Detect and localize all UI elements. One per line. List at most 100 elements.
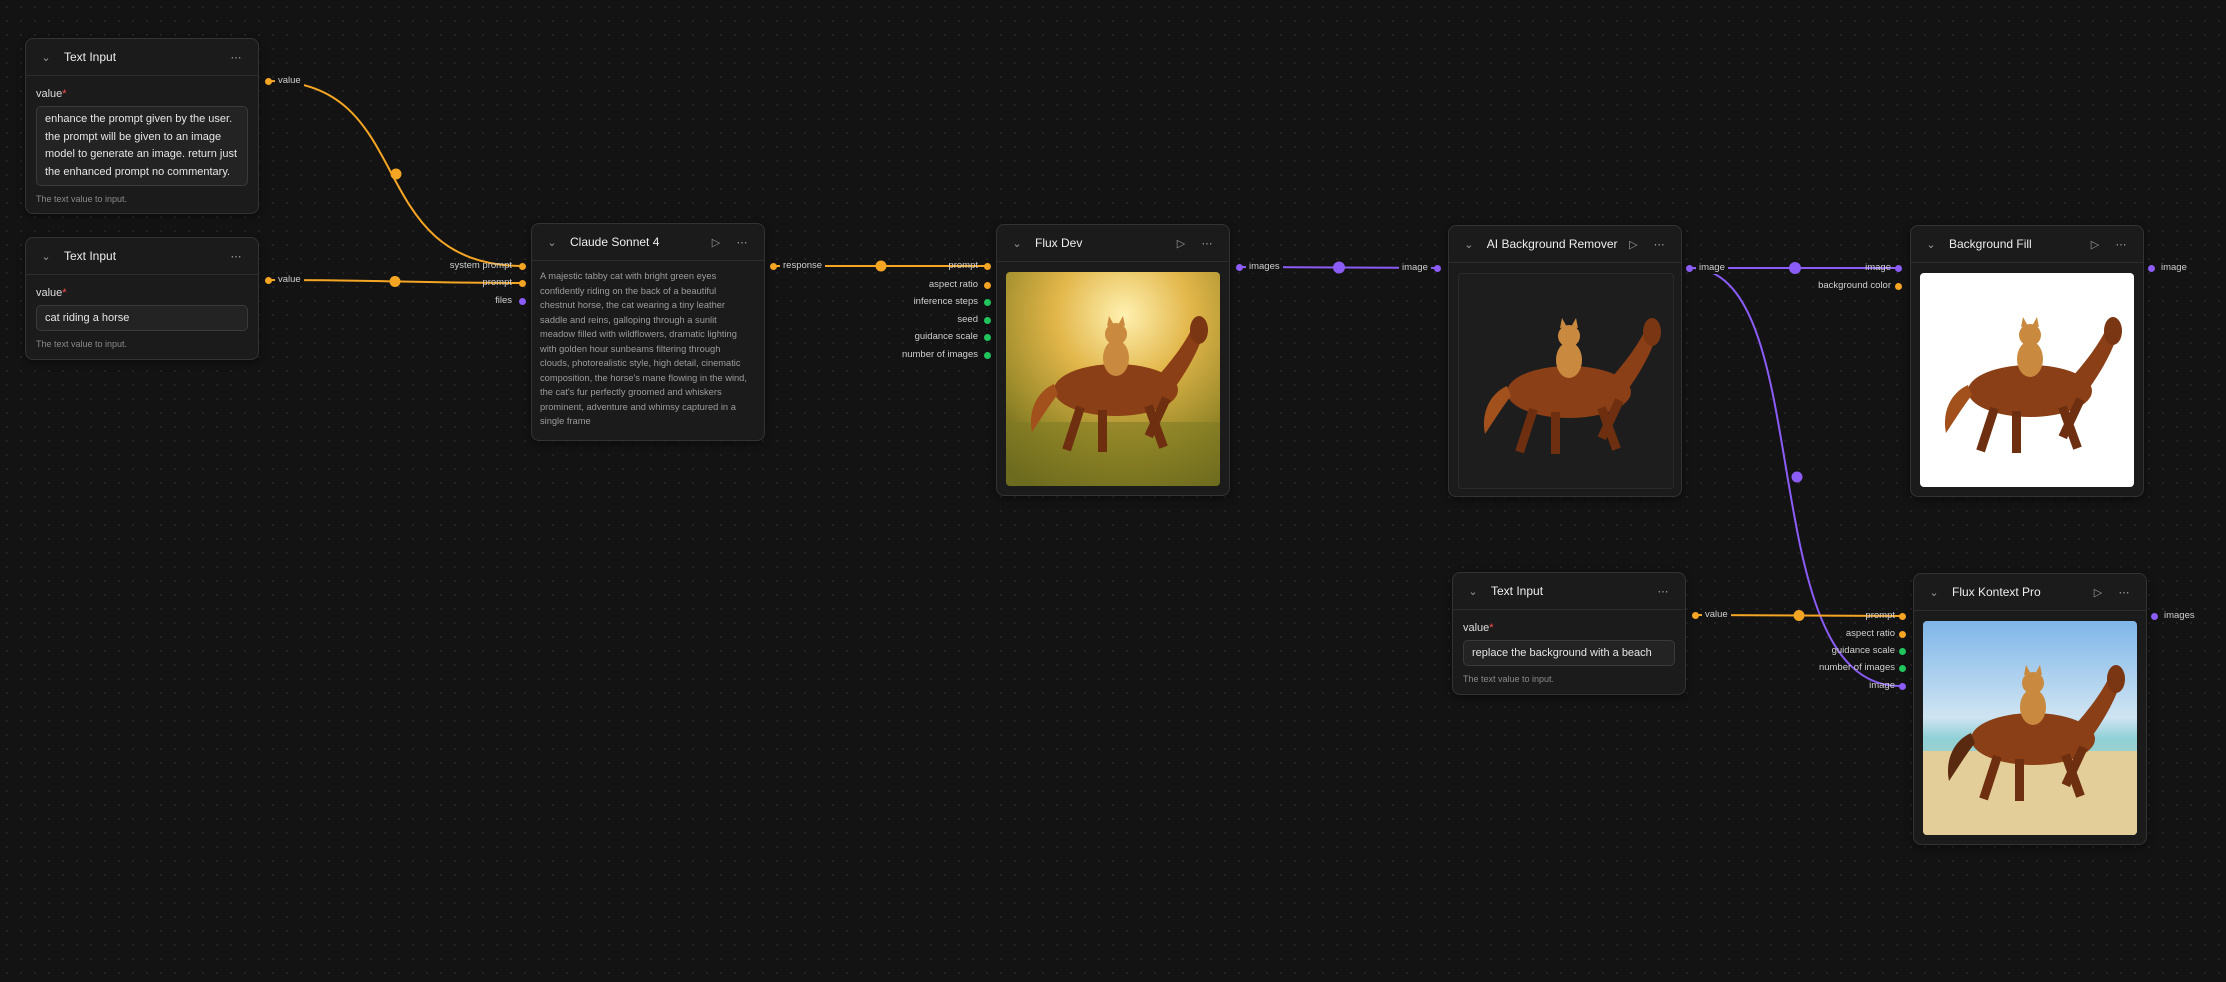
chevron-down-icon[interactable]: ⌄ (1923, 236, 1939, 252)
output-port-images[interactable] (2151, 613, 2158, 620)
more-horizontal-icon[interactable]: ⋯ (2111, 234, 2131, 254)
node-header[interactable]: ⌄ Background Fill ▷ ⋯ (1911, 226, 2143, 263)
input-port-inference-steps[interactable] (984, 299, 991, 306)
output-label: value (275, 75, 304, 87)
input-port-aspect-ratio[interactable] (984, 282, 991, 289)
input-label-seed: seed (957, 314, 978, 325)
wire-image-kontext[interactable] (1689, 267, 1901, 687)
bg-remover-node[interactable]: ⌄ AI Background Remover ▷ ⋯ (1448, 225, 1682, 497)
input-port-files[interactable] (519, 298, 526, 305)
generated-image[interactable] (1923, 621, 2137, 835)
result-image[interactable] (1458, 273, 1674, 489)
text-input-node-3[interactable]: ⌄ Text Input ⋯ value* replace the backgr… (1452, 572, 1686, 695)
wire-handle[interactable] (875, 260, 887, 272)
textarea-line: enhance the prompt given by the user. (45, 113, 233, 125)
value-input[interactable]: cat riding a horse (36, 305, 248, 331)
result-image[interactable] (1920, 273, 2134, 487)
input-port-guidance-scale[interactable] (1899, 648, 1906, 655)
input-port-prompt[interactable] (1899, 613, 1906, 620)
output-port-value[interactable] (265, 78, 272, 85)
input-port-aspect-ratio[interactable] (1899, 631, 1906, 638)
input-label-image: image (1399, 262, 1431, 274)
more-horizontal-icon[interactable]: ⋯ (2114, 582, 2134, 602)
output-port-images[interactable] (1236, 264, 1243, 271)
more-horizontal-icon[interactable]: ⋯ (226, 47, 246, 67)
response-text: A majestic tabby cat with bright green e… (540, 271, 747, 426)
wire-handle[interactable] (1791, 471, 1803, 483)
play-icon[interactable]: ▷ (1624, 234, 1644, 254)
more-horizontal-icon[interactable]: ⋯ (1197, 233, 1217, 253)
node-title: Flux Dev (1035, 236, 1083, 250)
textarea-line: model to generate an image. return just (45, 148, 238, 160)
required-mark: * (62, 287, 67, 299)
wire-handle[interactable] (389, 276, 401, 287)
input-label-guidance-scale: guidance scale (1831, 645, 1895, 656)
node-header[interactable]: ⌄ Text Input ⋯ (26, 39, 258, 76)
input-label-image: image (1865, 262, 1891, 273)
wire-remove-handle[interactable] (1789, 262, 1801, 274)
node-header[interactable]: ⌄ Text Input ⋯ (1453, 573, 1685, 610)
node-header[interactable]: ⌄ Text Input ⋯ (26, 238, 258, 275)
value-input[interactable]: replace the background with a beach (1463, 640, 1675, 666)
field-label: value* (36, 88, 67, 100)
input-label-files: files (495, 295, 512, 306)
output-port-value[interactable] (265, 277, 272, 284)
play-icon[interactable]: ▷ (2088, 582, 2108, 602)
input-port-prompt[interactable] (519, 280, 526, 287)
input-port-image[interactable] (1895, 265, 1902, 272)
value-textarea[interactable]: enhance the prompt given by the user. th… (36, 106, 248, 186)
required-mark: * (62, 88, 67, 100)
input-label-aspect-ratio: aspect ratio (928, 279, 978, 290)
input-port-seed[interactable] (984, 317, 991, 324)
input-label-number-of-images: number of images (1818, 662, 1895, 673)
input-port-number-of-images[interactable] (1899, 665, 1906, 672)
node-header[interactable]: ⌄ Flux Dev ▷ ⋯ (997, 225, 1229, 262)
flux-kontext-node[interactable]: ⌄ Flux Kontext Pro ▷ ⋯ (1913, 573, 2147, 845)
input-port-number-of-images[interactable] (984, 352, 991, 359)
chevron-down-icon[interactable]: ⌄ (38, 49, 54, 65)
node-header[interactable]: ⌄ AI Background Remover ▷ ⋯ (1449, 226, 1681, 263)
chevron-down-icon[interactable]: ⌄ (38, 248, 54, 264)
output-port-image[interactable] (2148, 265, 2155, 272)
node-title: Text Input (1491, 584, 1544, 598)
more-horizontal-icon[interactable]: ⋯ (1649, 234, 1669, 254)
wire-handle[interactable] (390, 168, 402, 180)
wire-remove-handle[interactable] (1333, 261, 1345, 274)
input-port-image[interactable] (1899, 683, 1906, 690)
play-icon[interactable]: ▷ (706, 232, 726, 252)
textarea-line: the enhanced prompt no commentary. (45, 165, 231, 178)
more-horizontal-icon[interactable]: ⋯ (1653, 581, 1673, 601)
chevron-down-icon[interactable]: ⌄ (1461, 236, 1477, 252)
claude-sonnet-node[interactable]: ⌄ Claude Sonnet 4 ▷ ⋯ A majestic tabby c… (531, 223, 765, 441)
input-port-system-prompt[interactable] (519, 263, 526, 270)
input-port-image[interactable] (1434, 265, 1441, 272)
text-input-node-2[interactable]: ⌄ Text Input ⋯ value* cat riding a horse… (25, 237, 259, 360)
play-icon[interactable]: ▷ (1171, 233, 1191, 253)
input-port-guidance-scale[interactable] (984, 334, 991, 341)
output-label: images (1246, 261, 1283, 273)
generated-image[interactable] (1006, 272, 1220, 486)
wire-system-prompt[interactable] (267, 80, 525, 267)
output-port-image[interactable] (1686, 265, 1693, 272)
output-port-value[interactable] (1692, 612, 1699, 619)
chevron-down-icon[interactable]: ⌄ (1009, 235, 1025, 251)
chevron-down-icon[interactable]: ⌄ (1465, 583, 1481, 599)
flux-dev-node[interactable]: ⌄ Flux Dev ▷ ⋯ (996, 224, 1230, 496)
chevron-down-icon[interactable]: ⌄ (544, 234, 560, 250)
input-label-aspect-ratio: aspect ratio (1845, 628, 1895, 639)
input-label-prompt: prompt (948, 260, 978, 271)
more-horizontal-icon[interactable]: ⋯ (732, 232, 752, 252)
play-icon[interactable]: ▷ (2085, 234, 2105, 254)
node-header[interactable]: ⌄ Flux Kontext Pro ▷ ⋯ (1914, 574, 2146, 611)
more-horizontal-icon[interactable]: ⋯ (226, 246, 246, 266)
node-header[interactable]: ⌄ Claude Sonnet 4 ▷ ⋯ (532, 224, 764, 261)
input-label-prompt: prompt (1865, 610, 1895, 621)
output-label: value (1702, 609, 1731, 621)
wire-handle[interactable] (1793, 610, 1805, 621)
input-port-prompt[interactable] (984, 263, 991, 270)
output-port-response[interactable] (770, 263, 777, 270)
text-input-node-1[interactable]: ⌄ Text Input ⋯ value* enhance the prompt… (25, 38, 259, 214)
input-port-background-color[interactable] (1895, 283, 1902, 290)
background-fill-node[interactable]: ⌄ Background Fill ▷ ⋯ (1910, 225, 2144, 497)
chevron-down-icon[interactable]: ⌄ (1926, 584, 1942, 600)
